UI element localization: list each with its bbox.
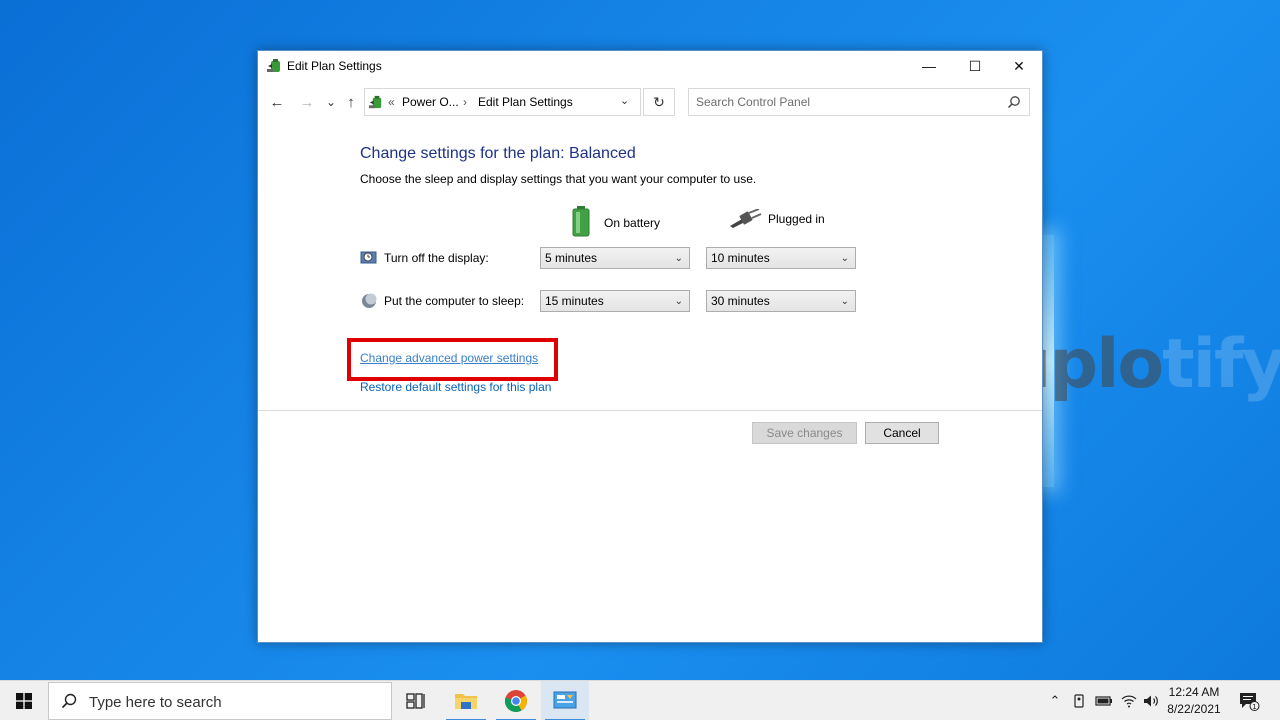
sleep-battery-select[interactable]: 15 minutes ⌄ [540,290,690,312]
control-panel-icon [553,691,577,709]
refresh-button[interactable]: ↻ [643,88,675,116]
uplotify-watermark: uplotify [1003,325,1280,405]
save-changes-button[interactable]: Save changes [752,422,857,444]
up-button[interactable]: ↑ [340,87,362,117]
title-bar[interactable]: Edit Plan Settings — ☐ ✕ [258,51,1042,81]
show-hidden-icons-button[interactable]: ⌃ [1044,681,1066,720]
search-icon [61,693,77,709]
file-explorer-button[interactable] [442,681,490,720]
battery-column-label: On battery [604,216,661,230]
breadcrumb-power-options[interactable]: Power O... [402,95,459,109]
clock-time: 12:24 AM [1168,685,1220,699]
chevron-down-icon: ⌄ [674,253,683,264]
plugged-column-header: Plugged in [728,209,825,229]
task-view-icon [406,693,425,709]
maximize-button[interactable]: ☐ [952,51,998,81]
content-area: Change settings for the plan: Balanced C… [258,117,1042,642]
start-button[interactable] [0,681,48,720]
plugged-column-label: Plugged in [768,212,825,226]
page-description: Choose the sleep and display settings th… [360,172,757,186]
search-box[interactable] [688,88,1030,116]
chevron-down-icon: ⌄ [674,296,683,307]
window-title: Edit Plan Settings [287,59,382,73]
recent-locations-button[interactable]: ⌄ [320,87,342,117]
battery-tray-icon[interactable] [1092,681,1116,720]
breadcrumb-edit-plan-settings[interactable]: Edit Plan Settings [478,95,573,109]
address-row: ← → ⌄ ↑ « Power O... › Edit Plan Setting… [258,87,1042,117]
divider [258,410,1042,411]
windows-logo-icon [16,693,32,709]
change-advanced-power-settings-link[interactable]: Change advanced power settings [360,351,538,365]
close-button[interactable]: ✕ [996,51,1042,81]
sleep-plugged-value: 30 minutes [711,294,770,308]
taskbar-search-box[interactable]: Type here to search [48,682,392,720]
display-label-text: Turn off the display: [384,251,489,265]
display-plugged-value: 10 minutes [711,251,770,265]
battery-icon [572,206,590,237]
address-bar[interactable]: « Power O... › Edit Plan Settings ⌄ [364,88,641,116]
power-plug-icon [730,209,762,228]
sleep-moon-icon [362,293,377,308]
breadcrumb-separator-icon: › [463,95,467,109]
chrome-icon [504,690,527,713]
speaker-icon [1144,695,1158,707]
folder-icon [455,694,477,709]
restore-default-settings-link[interactable]: Restore default settings for this plan [360,380,551,394]
power-options-icon [267,59,280,72]
taskbar-clock[interactable]: 12:24 AM 8/22/2021 [1160,684,1228,718]
watermark-light-part: tify [1162,325,1280,404]
notification-icon: 1 [1240,693,1260,711]
volume-tray-icon[interactable] [1140,681,1162,720]
camera-icon [1074,694,1084,708]
cancel-button[interactable]: Cancel [865,422,939,444]
display-timer-icon [360,251,377,264]
page-heading: Change settings for the plan: Balanced [360,145,636,162]
action-center-button[interactable]: 1 [1234,681,1264,720]
search-icon[interactable] [1007,95,1021,109]
sleep-label-text: Put the computer to sleep: [384,294,525,308]
battery-charging-icon [1095,696,1112,706]
chrome-button[interactable] [492,681,540,720]
back-button[interactable]: ← [266,87,288,117]
clock-date: 8/22/2021 [1167,702,1221,716]
taskbar: Type here to search ⌃ 12:24 AM 8/22/2021… [0,680,1280,720]
sleep-battery-value: 15 minutes [545,294,604,308]
display-plugged-select[interactable]: 10 minutes ⌄ [706,247,856,269]
chevron-down-icon: ⌄ [840,296,849,307]
battery-column-header: On battery [570,206,661,237]
display-battery-value: 5 minutes [545,251,598,265]
minimize-button[interactable]: — [906,51,952,81]
crumb-overflow-icon[interactable]: « [388,95,395,109]
control-panel-button[interactable] [541,681,589,720]
wifi-icon [1121,695,1137,708]
search-input[interactable] [689,89,999,115]
display-row-label: Turn off the display: [360,249,489,267]
meet-now-icon[interactable] [1068,681,1090,720]
display-battery-select[interactable]: 5 minutes ⌄ [540,247,690,269]
address-dropdown-icon[interactable]: ⌄ [620,94,629,107]
taskbar-search-text: Type here to search [89,694,222,711]
task-view-button[interactable] [392,681,440,720]
sleep-plugged-select[interactable]: 30 minutes ⌄ [706,290,856,312]
chevron-down-icon: ⌄ [840,253,849,264]
sleep-row-label: Put the computer to sleep: [360,292,524,310]
notification-count: 1 [1252,703,1256,711]
edit-plan-settings-window: Edit Plan Settings — ☐ ✕ ← → ⌄ ↑ « Power… [257,50,1043,643]
wifi-tray-icon[interactable] [1118,681,1140,720]
power-options-icon [368,95,382,109]
forward-button[interactable]: → [296,87,318,117]
